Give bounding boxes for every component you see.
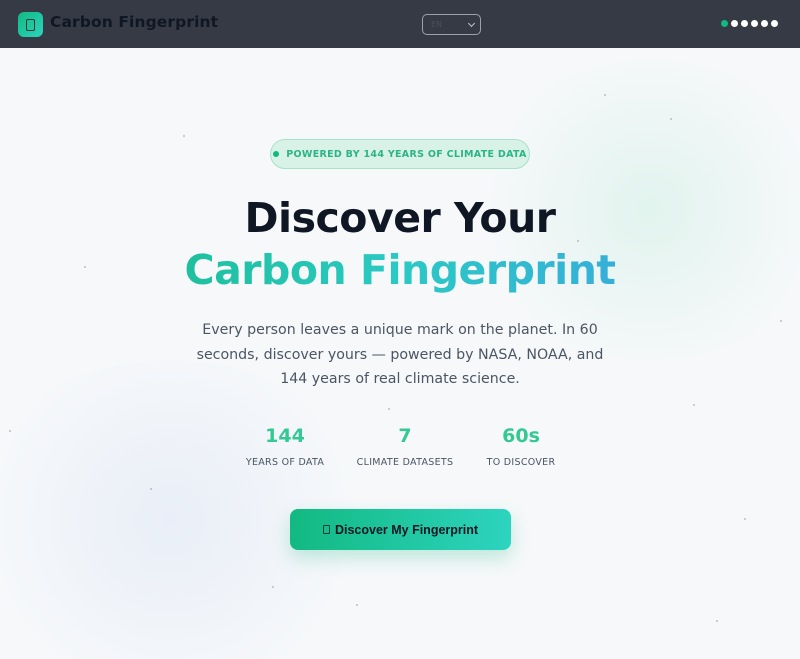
step-dot-active[interactable] — [721, 20, 728, 27]
fingerprint-icon[interactable] — [18, 12, 43, 37]
status-dot-icon — [273, 151, 280, 157]
step-dot[interactable] — [741, 20, 748, 27]
step-dot[interactable] — [731, 20, 738, 27]
app-title[interactable]: Carbon Fingerprint — [50, 13, 218, 31]
background-particle — [272, 586, 274, 588]
stat-value: 60s — [502, 425, 540, 447]
background-particle — [716, 620, 718, 622]
progress-steps — [721, 20, 778, 27]
background-particle — [780, 320, 782, 322]
background-particle — [183, 135, 185, 137]
step-dot[interactable] — [761, 20, 768, 27]
step-dot[interactable] — [771, 20, 778, 27]
background-particle — [388, 408, 390, 410]
discover-fingerprint-button[interactable]: Discover My Fingerprint — [290, 509, 511, 550]
data-source-badge: POWERED BY 144 YEARS OF CLIMATE DATA — [270, 139, 530, 169]
language-select[interactable]: EN — [422, 14, 481, 35]
hero-title-line1: Discover Your — [244, 194, 557, 242]
stat-label: YEARS OF DATA — [245, 457, 325, 468]
stat-value: 144 — [265, 425, 305, 447]
chevron-down-icon — [467, 19, 476, 28]
background-particle — [356, 604, 358, 606]
stat-label: TO DISCOVER — [486, 457, 556, 468]
stat-value: 7 — [398, 425, 412, 447]
fingerprint-icon — [322, 525, 330, 534]
background-particle — [9, 430, 11, 432]
stat-time: 60s TO DISCOVER — [476, 425, 566, 468]
background-particle — [604, 94, 606, 96]
stat-datasets: 7 CLIMATE DATASETS — [345, 425, 465, 468]
background-particle — [744, 518, 746, 520]
background-particle — [150, 488, 152, 490]
background-particle — [670, 118, 672, 120]
top-navigation-bar: Carbon Fingerprint EN — [0, 0, 800, 48]
hero-description: Every person leaves a unique mark on the… — [196, 322, 604, 387]
hero-title-line2: Carbon Fingerprint — [0, 246, 800, 294]
stat-label: CLIMATE DATASETS — [356, 457, 454, 468]
stat-years: 144 YEARS OF DATA — [235, 425, 335, 468]
background-particle — [693, 404, 695, 406]
language-select-value: EN — [431, 20, 443, 29]
cta-label: Discover My Fingerprint — [334, 522, 479, 537]
badge-label: POWERED BY 144 YEARS OF CLIMATE DATA — [286, 148, 527, 160]
step-dot[interactable] — [751, 20, 758, 27]
